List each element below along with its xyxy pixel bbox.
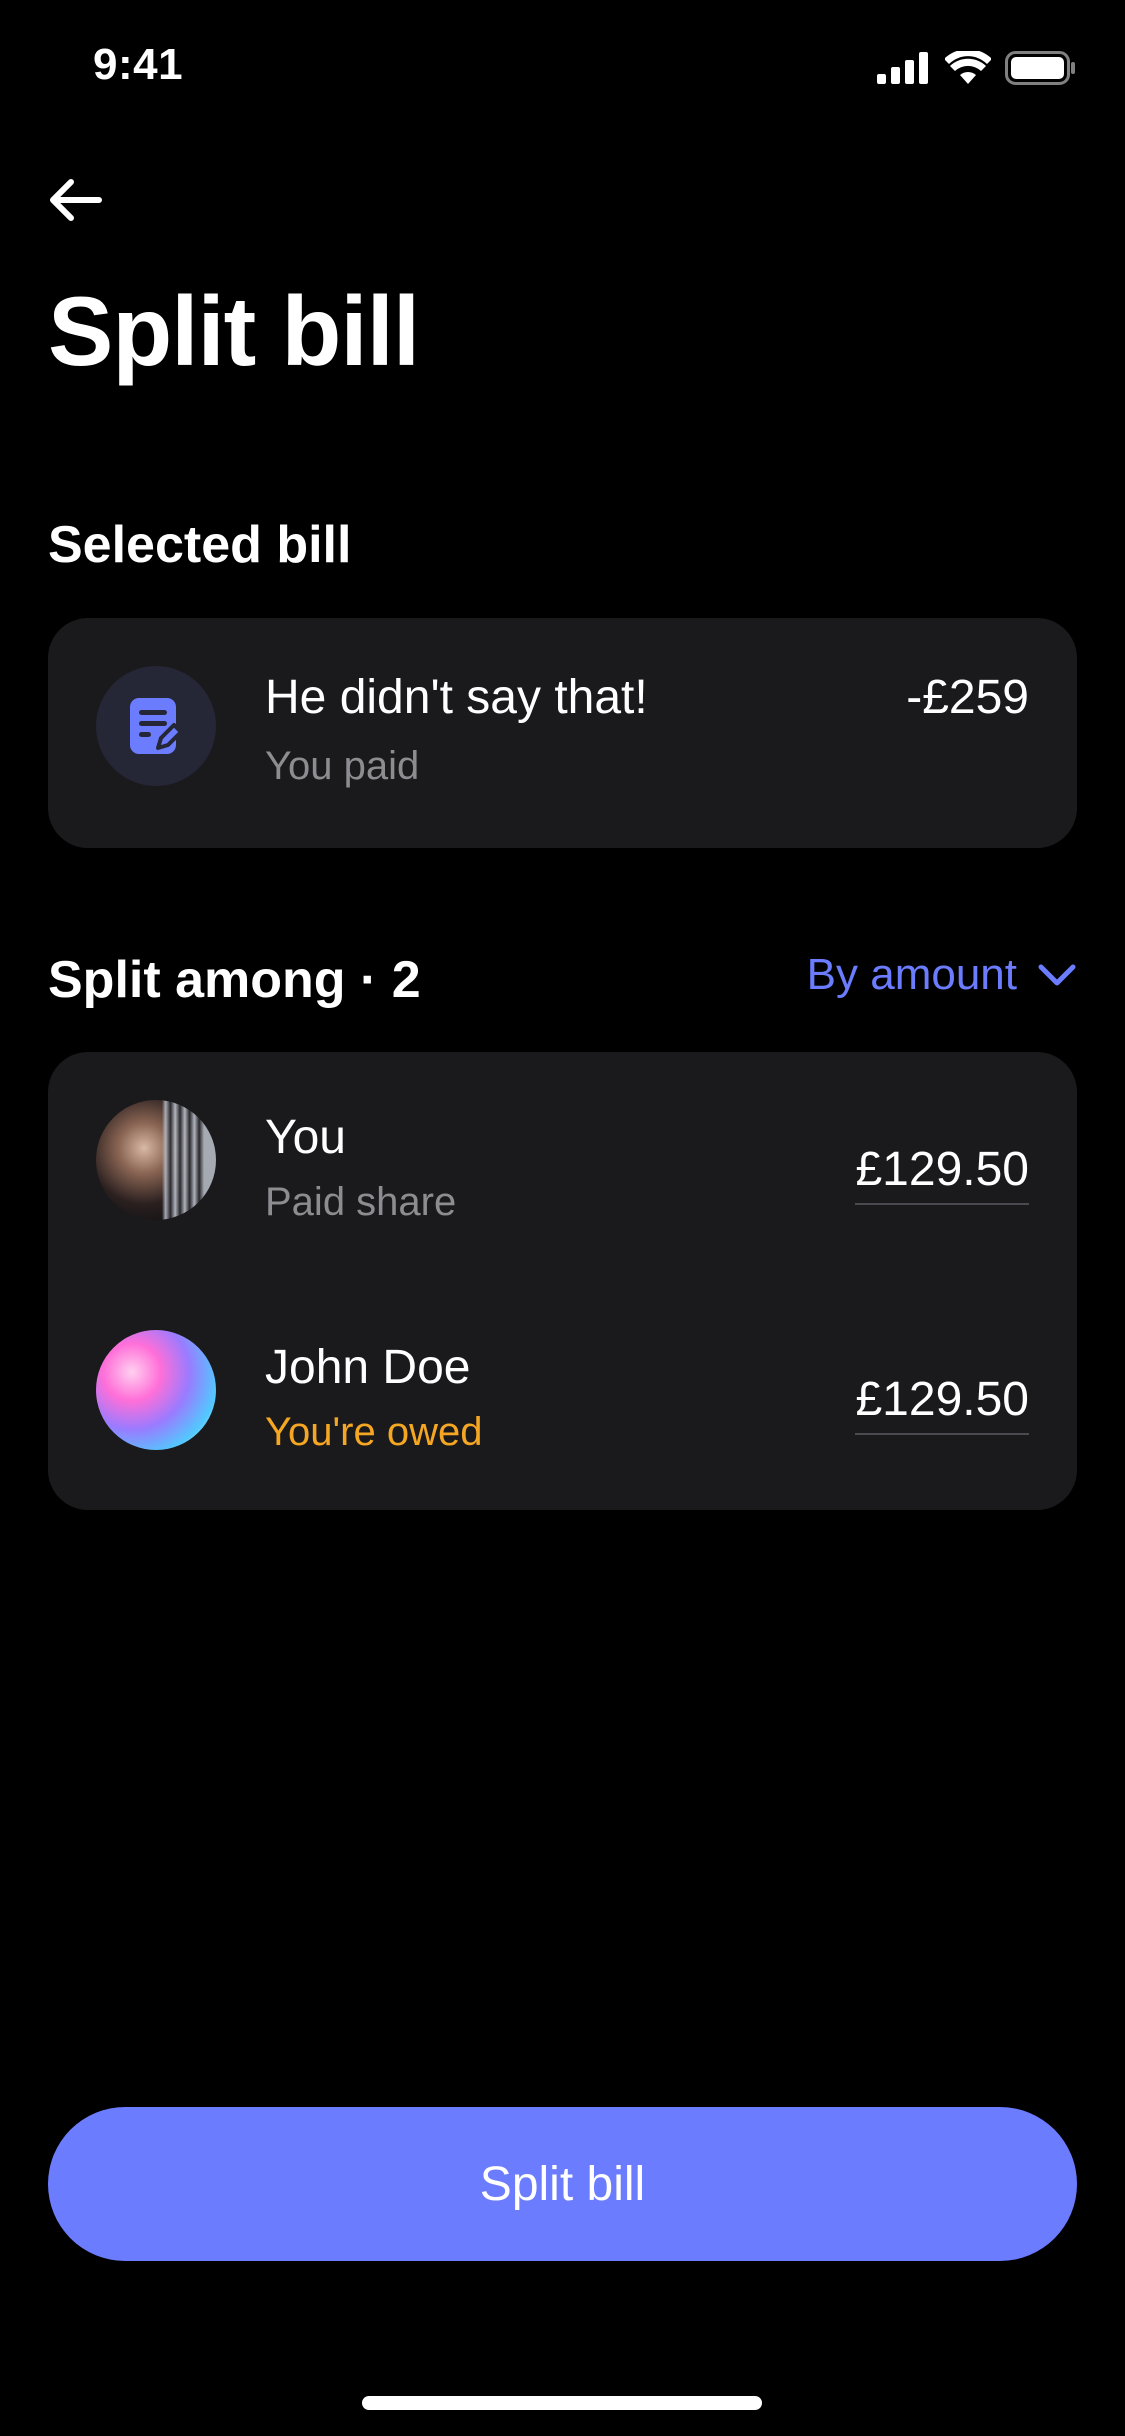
participant-status-owed: You're owed: [265, 1410, 483, 1454]
page-title: Split bill: [48, 276, 420, 386]
avatar-you: [96, 1100, 216, 1220]
split-among-label: Split among · 2: [48, 951, 421, 1009]
status-icons: [877, 48, 1077, 90]
split-bill-button-label: Split bill: [479, 2157, 646, 2211]
status-time: 9:41: [93, 40, 184, 89]
bill-amount: -£259: [906, 671, 1029, 724]
wifi-icon: [944, 48, 992, 90]
chevron-down-icon: [1038, 964, 1076, 986]
document-icon: [130, 698, 183, 754]
battery-icon: [1005, 50, 1077, 90]
bill-icon-badge: [96, 666, 216, 786]
participant-name: John Doe: [265, 1341, 471, 1394]
selected-bill-label: Selected bill: [48, 516, 352, 574]
participant-amount-input[interactable]: £129.50: [855, 1142, 1029, 1205]
participant-status: Paid share: [265, 1180, 457, 1224]
split-bill-button[interactable]: Split bill: [48, 2107, 1077, 2261]
cellular-signal-icon: [877, 51, 931, 89]
split-mode-dropdown[interactable]: By amount: [807, 950, 1077, 1000]
participant-name: You: [265, 1111, 346, 1164]
back-button[interactable]: [40, 165, 110, 235]
participants-card: [48, 1052, 1077, 1510]
home-indicator: [362, 2396, 762, 2410]
arrow-left-icon: [50, 179, 102, 221]
split-mode-label: By amount: [806, 950, 1017, 999]
participant-amount-input[interactable]: £129.50: [855, 1372, 1029, 1435]
bill-subtitle: You paid: [265, 744, 420, 788]
avatar-john-doe: [96, 1330, 216, 1450]
bill-name: He didn't say that!: [265, 671, 648, 724]
